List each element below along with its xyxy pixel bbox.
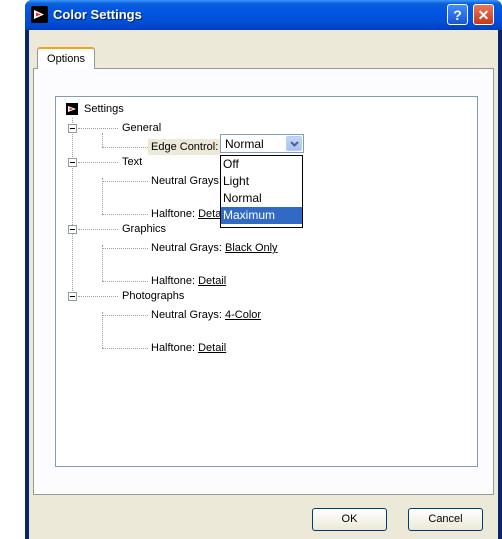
tree-line <box>102 181 148 182</box>
dropdown-option-maximum[interactable]: Maximum <box>221 207 302 224</box>
graphics-halftone-value[interactable]: Detail <box>198 275 226 287</box>
edge-control-value: Normal <box>225 137 264 151</box>
tree-root-label[interactable]: Settings <box>84 101 124 117</box>
text-halftone-label: Halftone: <box>151 208 196 220</box>
color-settings-window: Color Settings ? ✕ Options Settings Gene… <box>25 0 502 539</box>
dropdown-option-normal[interactable]: Normal <box>221 190 302 207</box>
tree-line <box>78 229 118 230</box>
dropdown-option-light[interactable]: Light <box>221 173 302 190</box>
graphics-halftone-label: Halftone: <box>151 275 196 287</box>
close-button[interactable]: ✕ <box>473 4 494 25</box>
edge-control-label: Edge Control: <box>148 139 222 155</box>
dialog-client-area: Options Settings General Edge Control: T… <box>29 30 498 539</box>
chevron-down-icon <box>290 141 299 147</box>
tab-options[interactable]: Options <box>37 47 95 69</box>
tree-line <box>102 315 148 316</box>
tree-line <box>102 245 103 281</box>
help-button[interactable]: ? <box>447 4 468 25</box>
tree-line <box>102 281 148 282</box>
text-neutral-grays-label: Neutral Grays: <box>151 175 222 187</box>
tree-node-graphics[interactable]: Graphics <box>122 221 166 237</box>
photographs-halftone-value[interactable]: Detail <box>198 342 226 354</box>
dropdown-arrow-button[interactable] <box>286 136 302 151</box>
collapse-graphics-toggle[interactable] <box>68 225 77 234</box>
graphics-neutral-grays-value[interactable]: Black Only <box>225 242 278 254</box>
photographs-neutral-grays-label: Neutral Grays: <box>151 309 222 321</box>
tree-line <box>72 118 73 301</box>
dropdown-option-off[interactable]: Off <box>221 156 302 173</box>
photographs-neutral-grays-row[interactable]: Neutral Grays: 4-Color <box>151 307 261 323</box>
window-title: Color Settings <box>53 7 142 22</box>
cancel-button[interactable]: Cancel <box>408 508 483 531</box>
tree-node-general[interactable]: General <box>122 120 161 136</box>
collapse-photographs-toggle[interactable] <box>68 292 77 301</box>
collapse-text-toggle[interactable] <box>68 158 77 167</box>
options-tab-panel: Settings General Edge Control: Text Neut… <box>33 68 494 495</box>
tree-line <box>102 133 103 147</box>
title-bar[interactable]: Color Settings ? ✕ <box>25 0 502 30</box>
tree-line <box>102 214 148 215</box>
tree-node-photographs[interactable]: Photographs <box>122 288 184 304</box>
tree-line <box>102 178 103 214</box>
collapse-general-toggle[interactable] <box>68 124 77 133</box>
edge-control-select[interactable]: Normal <box>220 134 304 153</box>
settings-app-icon <box>31 6 48 23</box>
edge-control-dropdown-list[interactable]: Off Light Normal Maximum <box>220 155 303 228</box>
graphics-halftone-row[interactable]: Halftone: Detail <box>151 273 226 289</box>
tree-line <box>78 296 118 297</box>
text-halftone-row[interactable]: Halftone: Detail <box>151 206 226 222</box>
photographs-neutral-grays-value[interactable]: 4-Color <box>225 309 261 321</box>
tree-line <box>102 312 103 348</box>
tree-node-text[interactable]: Text <box>122 154 142 170</box>
photographs-halftone-row[interactable]: Halftone: Detail <box>151 340 226 356</box>
ok-button[interactable]: OK <box>312 508 387 531</box>
tree-line <box>78 162 118 163</box>
tree-line <box>102 147 148 148</box>
graphics-neutral-grays-label: Neutral Grays: <box>151 242 222 254</box>
photographs-halftone-label: Halftone: <box>151 342 196 354</box>
tree-line <box>78 128 118 129</box>
tree-line <box>102 248 148 249</box>
graphics-neutral-grays-row[interactable]: Neutral Grays: Black Only <box>151 240 278 256</box>
tree-line <box>102 348 148 349</box>
settings-icon <box>66 103 78 115</box>
